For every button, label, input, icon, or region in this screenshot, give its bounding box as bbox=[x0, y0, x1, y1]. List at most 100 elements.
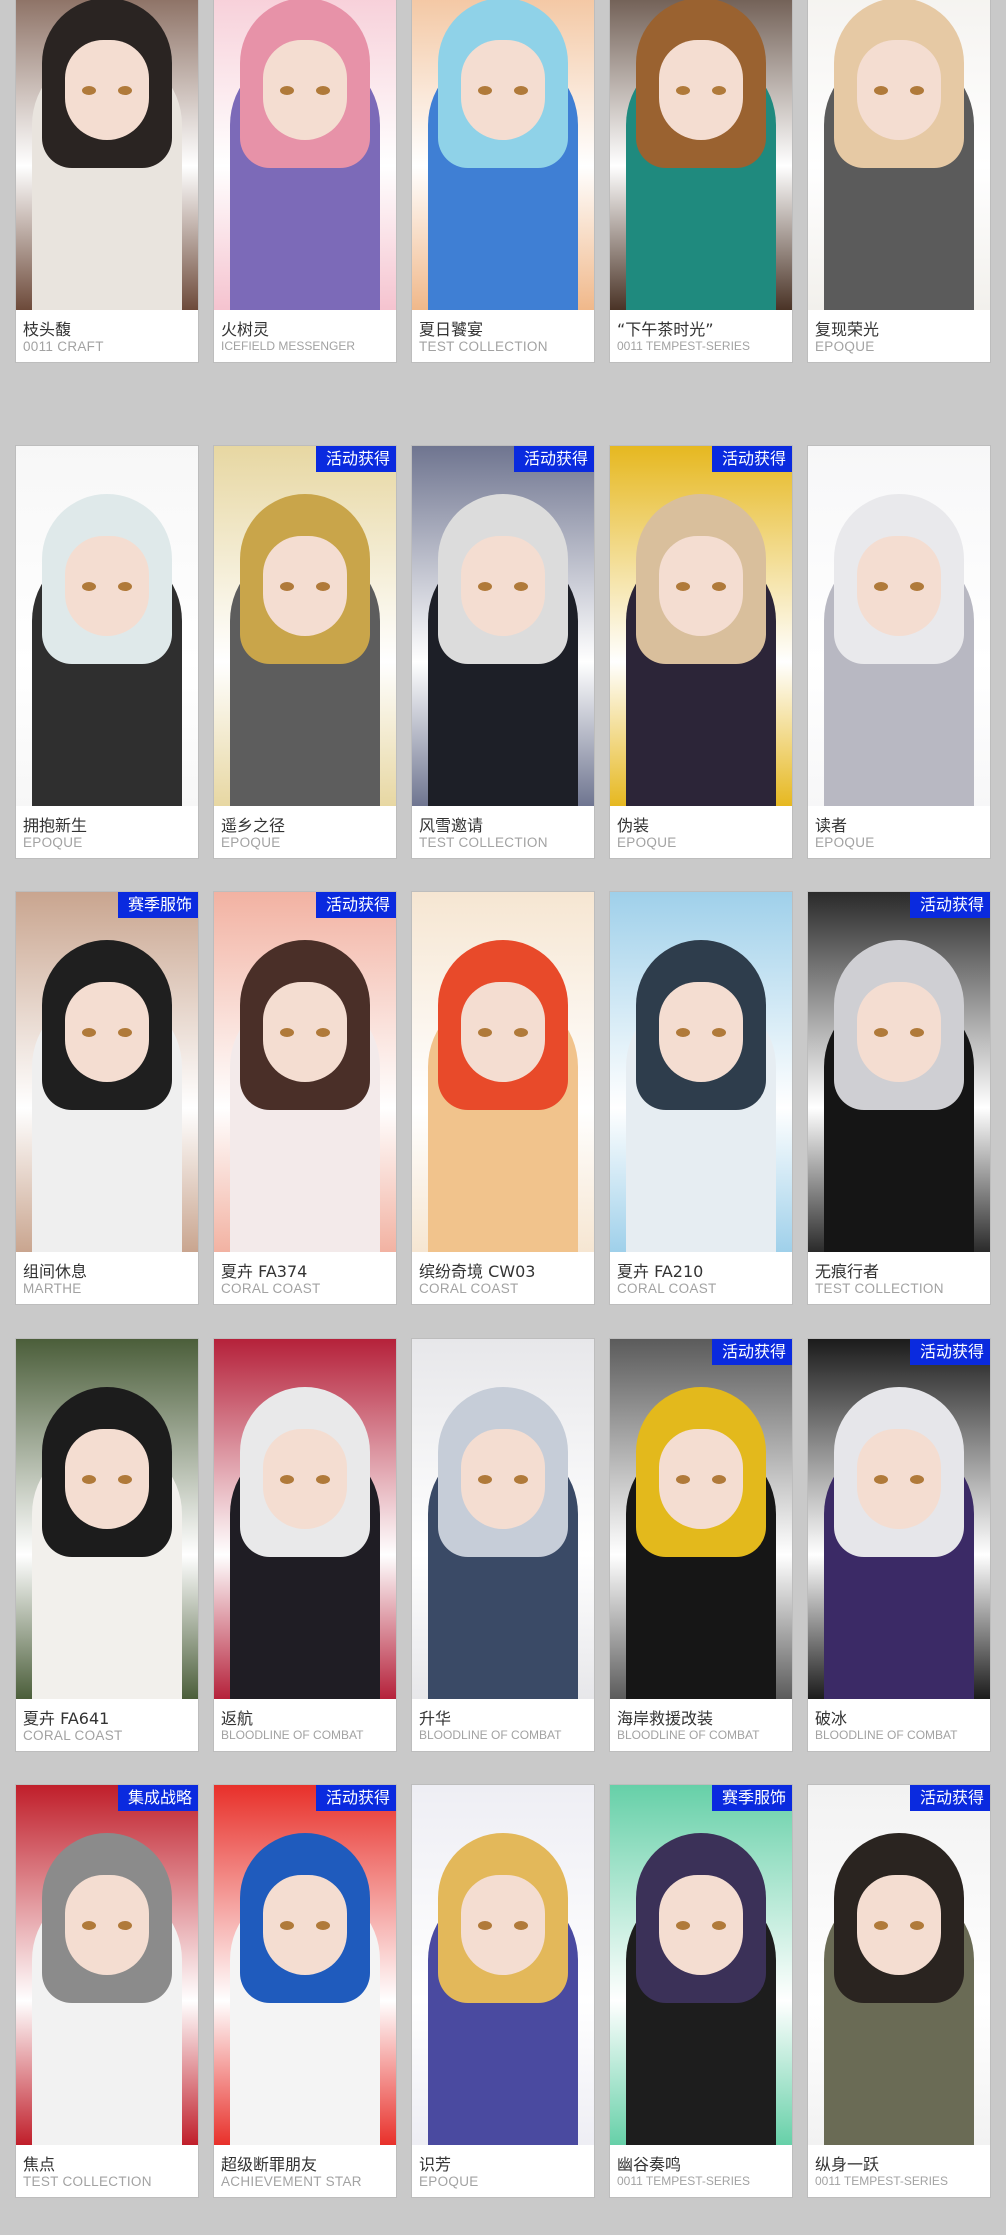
skin-eye bbox=[712, 582, 726, 591]
skin-eye bbox=[676, 1921, 690, 1930]
skin-eye bbox=[280, 582, 294, 591]
skin-series: CORAL COAST bbox=[221, 1281, 321, 1296]
skin-eye bbox=[478, 1921, 492, 1930]
skin-face bbox=[659, 1429, 743, 1529]
skin-series: BLOODLINE OF COMBAT bbox=[419, 1728, 562, 1742]
skin-eye bbox=[316, 1921, 330, 1930]
skin-card[interactable]: 复现荣光 EPOQUE bbox=[808, 0, 990, 362]
skin-series: MARTHE bbox=[23, 1281, 82, 1296]
skin-eye bbox=[676, 1028, 690, 1037]
skin-card[interactable]: 读者 EPOQUE bbox=[808, 446, 990, 858]
skin-artwork bbox=[16, 892, 198, 1252]
skin-card[interactable]: 活动获得 夏卉 FA374 CORAL COAST bbox=[214, 892, 396, 1304]
skin-card[interactable]: 赛季服饰“下午茶时光”0011 TEMPEST-SERIES bbox=[610, 0, 792, 362]
skin-eye bbox=[514, 86, 528, 95]
skin-face bbox=[263, 536, 347, 636]
skin-card[interactable]: 夏卉 FA210 CORAL COAST bbox=[610, 892, 792, 1304]
skin-eye bbox=[316, 86, 330, 95]
skin-card[interactable]: 活动获得 风雪邀请 TEST COLLECTION bbox=[412, 446, 594, 858]
skin-card[interactable]: 活动获得枝头馥0011 CRAFT bbox=[16, 0, 198, 362]
skin-name: 升华 bbox=[419, 1709, 452, 1728]
skin-face bbox=[461, 536, 545, 636]
skin-eye bbox=[874, 582, 888, 591]
skin-name: 幽谷奏鸣 bbox=[617, 2155, 682, 2174]
skin-card[interactable]: 活动获得 无痕行者 TEST COLLECTION bbox=[808, 892, 990, 1304]
skin-grid: 活动获得枝头馥0011 CRAFT活动获得火树灵ICEFIELD MESSENG… bbox=[0, 0, 1006, 2235]
skin-series: 0011 TEMPEST-SERIES bbox=[617, 339, 750, 353]
skin-card[interactable]: 夏卉 FA641 CORAL COAST bbox=[16, 1339, 198, 1751]
skin-series: BLOODLINE OF COMBAT bbox=[815, 1728, 958, 1742]
skin-series: EPOQUE bbox=[815, 835, 875, 850]
skin-card[interactable]: 活动获得 海岸救援改装 BLOODLINE OF COMBAT bbox=[610, 1339, 792, 1751]
skin-eye bbox=[82, 1028, 96, 1037]
skin-eye bbox=[514, 1475, 528, 1484]
skin-card[interactable]: 活动获得火树灵ICEFIELD MESSENGER bbox=[214, 0, 396, 362]
skin-face bbox=[659, 982, 743, 1082]
skin-name: 夏卉 FA374 bbox=[221, 1262, 308, 1281]
skin-artwork bbox=[808, 446, 990, 806]
skin-artwork bbox=[214, 1785, 396, 2145]
skin-card[interactable]: 活动获得 遥乡之径 EPOQUE bbox=[214, 446, 396, 858]
skin-card[interactable]: 升华 BLOODLINE OF COMBAT bbox=[412, 1339, 594, 1751]
skin-name: 组间休息 bbox=[23, 1262, 88, 1281]
skin-series: TEST COLLECTION bbox=[23, 2174, 152, 2189]
skin-artwork bbox=[610, 446, 792, 806]
skin-eye bbox=[316, 1028, 330, 1037]
skin-face bbox=[857, 1429, 941, 1529]
skin-face bbox=[857, 1875, 941, 1975]
skin-card[interactable]: 集成战略 焦点 TEST COLLECTION bbox=[16, 1785, 198, 2197]
skin-series: BLOODLINE OF COMBAT bbox=[617, 1728, 760, 1742]
skin-eye bbox=[478, 1028, 492, 1037]
skin-card[interactable]: 赛季服饰 幽谷奏鸣 0011 TEMPEST-SERIES bbox=[610, 1785, 792, 2197]
skin-face bbox=[263, 1429, 347, 1529]
skin-face bbox=[461, 40, 545, 140]
skin-artwork bbox=[412, 1339, 594, 1699]
skin-artwork bbox=[412, 892, 594, 1252]
skin-series: CORAL COAST bbox=[419, 1281, 519, 1296]
skin-face bbox=[659, 1875, 743, 1975]
skin-card[interactable]: 赛季服饰 组间休息 MARTHE bbox=[16, 892, 198, 1304]
skin-card[interactable]: 集成战略夏日饕宴TEST COLLECTION bbox=[412, 0, 594, 362]
skin-card[interactable]: 识芳 EPOQUE bbox=[412, 1785, 594, 2197]
skin-eye bbox=[676, 582, 690, 591]
skin-artwork bbox=[808, 1339, 990, 1699]
skin-artwork bbox=[412, 1785, 594, 2145]
skin-eye bbox=[316, 1475, 330, 1484]
skin-face bbox=[659, 536, 743, 636]
skin-card[interactable]: 活动获得 破冰 BLOODLINE OF COMBAT bbox=[808, 1339, 990, 1751]
skin-artwork bbox=[610, 1339, 792, 1699]
skin-artwork bbox=[16, 1339, 198, 1699]
skin-series: ICEFIELD MESSENGER bbox=[221, 339, 356, 353]
skin-eye bbox=[82, 86, 96, 95]
skin-card[interactable]: 缤纷奇境 CW03 CORAL COAST bbox=[412, 892, 594, 1304]
skin-card[interactable]: 活动获得 纵身一跃 0011 TEMPEST-SERIES bbox=[808, 1785, 990, 2197]
skin-face bbox=[461, 982, 545, 1082]
skin-face bbox=[65, 1429, 149, 1529]
skin-eye bbox=[712, 1028, 726, 1037]
skin-card[interactable]: 活动获得 超级断罪朋友 ACHIEVEMENT STAR bbox=[214, 1785, 396, 2197]
skin-card[interactable]: 活动获得 伪装 EPOQUE bbox=[610, 446, 792, 858]
skin-eye bbox=[316, 582, 330, 591]
skin-artwork bbox=[214, 446, 396, 806]
skin-artwork bbox=[214, 892, 396, 1252]
source-badge: 活动获得 bbox=[315, 446, 396, 472]
skin-face bbox=[263, 1875, 347, 1975]
skin-eye bbox=[280, 86, 294, 95]
skin-eye bbox=[82, 582, 96, 591]
skin-artwork bbox=[16, 446, 198, 806]
skin-card[interactable]: 返航 BLOODLINE OF COMBAT bbox=[214, 1339, 396, 1751]
skin-eye bbox=[676, 1475, 690, 1484]
skin-face bbox=[857, 982, 941, 1082]
skin-eye bbox=[874, 1921, 888, 1930]
skin-name: 夏卉 FA210 bbox=[617, 1262, 704, 1281]
skin-artwork bbox=[16, 1785, 198, 2145]
skin-artwork bbox=[808, 892, 990, 1252]
skin-series: 0011 TEMPEST-SERIES bbox=[617, 2174, 750, 2188]
skin-eye bbox=[676, 86, 690, 95]
skin-eye bbox=[514, 1028, 528, 1037]
skin-series: EPOQUE bbox=[221, 835, 281, 850]
skin-name: 伪装 bbox=[617, 816, 650, 835]
skin-face bbox=[65, 1875, 149, 1975]
skin-face bbox=[857, 536, 941, 636]
skin-card[interactable]: 拥抱新生 EPOQUE bbox=[16, 446, 198, 858]
